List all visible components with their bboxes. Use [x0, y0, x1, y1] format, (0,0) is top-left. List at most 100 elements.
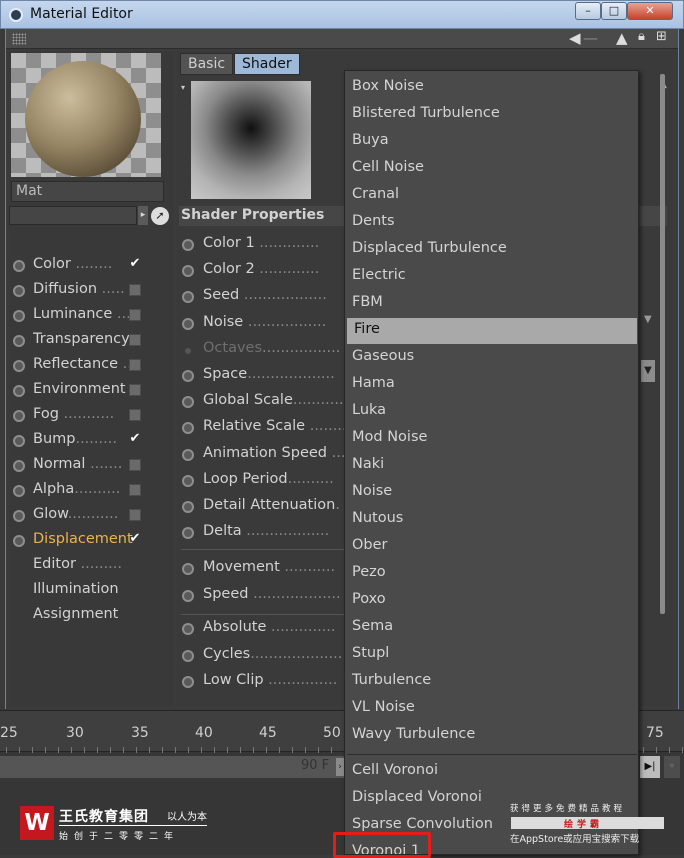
shader-property-row[interactable]: Cycles....................: [177, 645, 347, 670]
dropdown-item[interactable]: Pezo: [345, 561, 638, 587]
channel-radio[interactable]: [13, 460, 25, 472]
channel-checkbox[interactable]: [129, 309, 141, 321]
pick-cursor-icon[interactable]: ➚: [151, 207, 169, 225]
channel-checkbox[interactable]: ✔: [129, 532, 141, 546]
channel-item[interactable]: Illumination: [9, 580, 169, 605]
collapse-arrow-icon[interactable]: ▼: [644, 314, 652, 325]
dropdown-item[interactable]: VL Noise: [345, 696, 638, 722]
shader-property-row[interactable]: Low Clip ...............: [177, 671, 347, 696]
channel-item[interactable]: Luminance ...: [9, 305, 169, 330]
shader-property-row[interactable]: Seed ..................: [177, 286, 347, 311]
channel-radio[interactable]: [13, 335, 25, 347]
record-button[interactable]: ◦: [664, 756, 680, 778]
shader-type-dropdown[interactable]: Box Noise Blistered Turbulence Buya Cell No…: [344, 70, 639, 855]
channel-item[interactable]: Bump......... ✔: [9, 430, 169, 455]
dropdown-item[interactable]: Naki: [345, 453, 638, 479]
channel-item[interactable]: Alpha..........: [9, 480, 169, 505]
channel-checkbox[interactable]: [129, 409, 141, 421]
property-radio[interactable]: [182, 527, 194, 540]
new-window-icon[interactable]: ⊞: [656, 29, 667, 44]
panel-scrollbar[interactable]: ▲: [657, 52, 667, 702]
property-radio[interactable]: [182, 623, 194, 635]
channel-item[interactable]: Reflectance ..: [9, 355, 169, 380]
material-link-field[interactable]: [9, 206, 137, 225]
channel-checkbox[interactable]: ✔: [129, 432, 141, 446]
shader-property-row[interactable]: Color 1 .............: [177, 234, 347, 259]
shader-property-row[interactable]: Octaves.................: [177, 339, 347, 364]
preview-arrow-icon[interactable]: ▾: [181, 83, 185, 92]
dropdown-item[interactable]: Stupl: [345, 642, 638, 668]
property-radio[interactable]: [182, 422, 194, 435]
property-radio[interactable]: [182, 396, 194, 409]
dropdown-item[interactable]: Blistered Turbulence: [345, 102, 638, 128]
property-radio[interactable]: [182, 501, 194, 513]
cursor-icon[interactable]: ▲: [616, 29, 628, 47]
dropdown-item[interactable]: Wavy Turbulence: [345, 723, 638, 749]
dropdown-item[interactable]: Cell Noise: [345, 156, 638, 182]
property-radio[interactable]: [182, 474, 194, 487]
shader-property-row[interactable]: Color 2 .............: [177, 260, 347, 285]
shader-property-row[interactable]: Relative Scale .........: [177, 417, 347, 442]
dropdown-item[interactable]: Noise: [345, 480, 638, 506]
frame-arrow-button[interactable]: ›: [336, 758, 344, 776]
channel-radio[interactable]: [13, 385, 25, 397]
property-radio[interactable]: [182, 590, 194, 602]
go-to-end-button[interactable]: ▶|: [640, 756, 660, 778]
dropdown-item[interactable]: Ober: [345, 534, 638, 560]
channel-item[interactable]: Displacement ✔: [9, 530, 169, 555]
window-titlebar[interactable]: Material Editor – □ ✕: [0, 0, 684, 29]
dropdown-item[interactable]: Luka: [345, 399, 638, 425]
material-preview[interactable]: [11, 53, 161, 177]
dropdown-item[interactable]: Box Noise: [345, 75, 638, 101]
shader-property-row[interactable]: Animation Speed ....: [177, 444, 347, 469]
close-button[interactable]: ✕: [627, 2, 673, 20]
shader-property-row[interactable]: Global Scale...........: [177, 391, 347, 416]
channel-checkbox[interactable]: [129, 334, 141, 346]
channel-item[interactable]: Diffusion .....: [9, 280, 169, 305]
shader-property-row[interactable]: Delta ..................: [177, 522, 347, 547]
property-radio[interactable]: [182, 370, 194, 382]
channel-checkbox[interactable]: [129, 484, 141, 496]
property-radio[interactable]: [182, 265, 194, 278]
property-radio[interactable]: [182, 649, 194, 662]
dropdown-item[interactable]: Nutous: [345, 507, 638, 533]
dropdown-item[interactable]: Gaseous: [345, 345, 638, 371]
link-arrow-button[interactable]: ▸: [138, 206, 148, 225]
property-radio[interactable]: [182, 676, 194, 688]
channel-checkbox[interactable]: [129, 459, 141, 471]
channel-radio[interactable]: [13, 435, 25, 447]
channel-checkbox[interactable]: [129, 359, 141, 371]
dropdown-item[interactable]: Dents: [345, 210, 638, 236]
channel-radio[interactable]: [13, 360, 25, 372]
channel-item[interactable]: Fog ...........: [9, 405, 169, 430]
shader-property-row[interactable]: Loop Period..........: [177, 470, 347, 495]
property-radio[interactable]: [182, 317, 194, 330]
dropdown-item[interactable]: Mod Noise: [345, 426, 638, 452]
dropdown-item[interactable]: Sema: [345, 615, 638, 641]
dropdown-item[interactable]: Cranal: [345, 183, 638, 209]
channel-checkbox[interactable]: [129, 384, 141, 396]
dropdown-item[interactable]: FBM: [345, 291, 638, 317]
property-radio[interactable]: [185, 347, 191, 354]
property-radio[interactable]: [182, 563, 194, 575]
shader-property-row[interactable]: Detail Attenuation.: [177, 496, 347, 521]
property-radio[interactable]: [182, 291, 194, 304]
grip-icon[interactable]: [12, 33, 26, 45]
channel-radio[interactable]: [13, 285, 25, 297]
shader-property-row[interactable]: Space...................: [177, 365, 347, 390]
channel-radio[interactable]: [13, 410, 25, 422]
shader-property-row[interactable]: Movement ...........: [177, 558, 347, 583]
channel-checkbox[interactable]: ✔: [129, 257, 141, 271]
dropdown-item[interactable]: Buya: [345, 129, 638, 155]
channel-item[interactable]: Environment: [9, 380, 169, 405]
dropdown-item[interactable]: Turbulence: [345, 669, 638, 695]
dropdown-item[interactable]: Hama: [345, 372, 638, 398]
shader-property-row[interactable]: Noise .................: [177, 313, 347, 338]
lock-icon[interactable]: 🔒︎: [638, 29, 645, 44]
channel-radio[interactable]: [13, 510, 25, 522]
channel-item[interactable]: Editor .........: [9, 555, 169, 580]
scrollbar-thumb[interactable]: [660, 74, 665, 614]
dropdown-item[interactable]: Displaced Turbulence: [345, 237, 638, 263]
dropdown-item[interactable]: Electric: [345, 264, 638, 290]
channel-radio[interactable]: [13, 310, 25, 322]
